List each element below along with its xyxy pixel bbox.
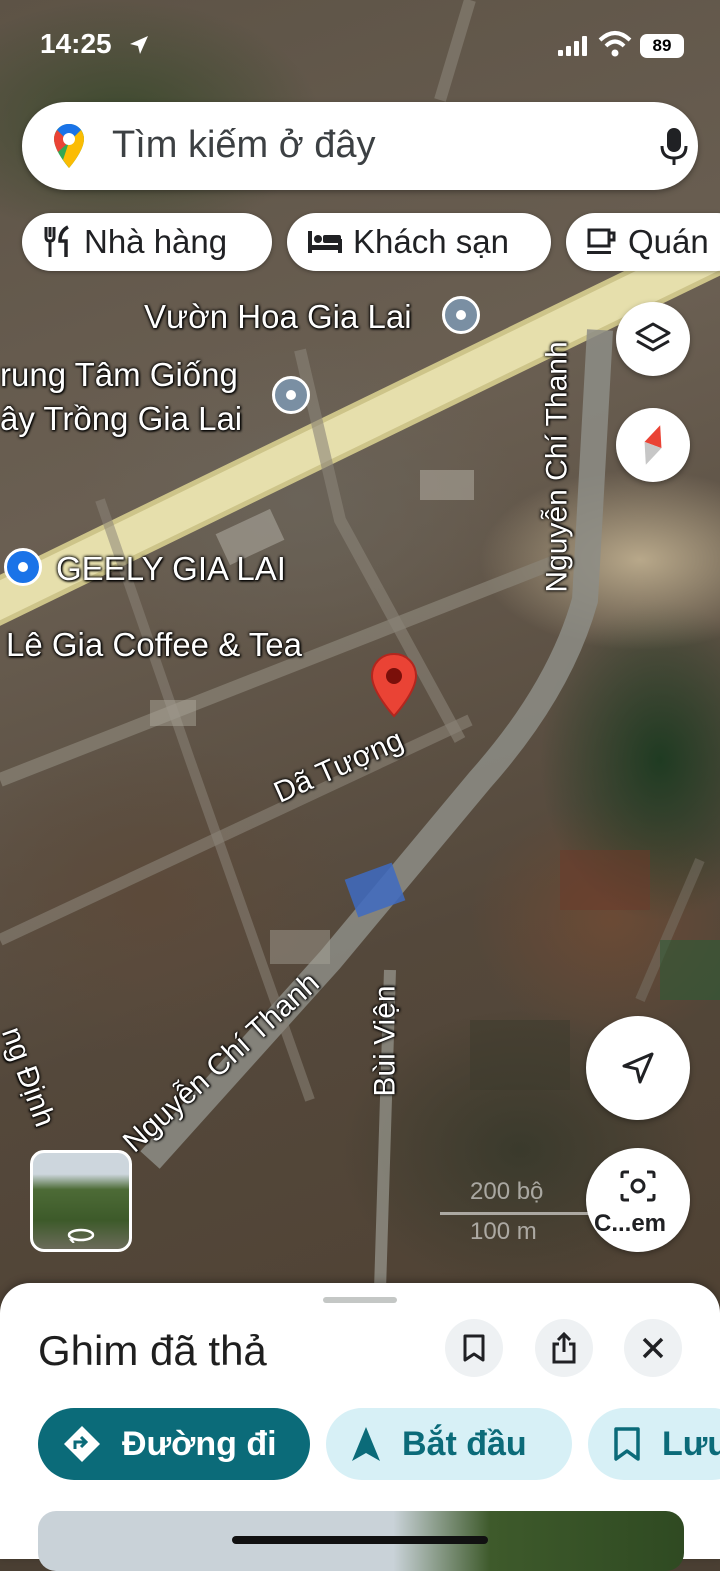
poi-marker-trung-tam[interactable]: [272, 376, 310, 414]
google-maps-logo-icon: [54, 124, 84, 168]
poi-label-le-gia[interactable]: Lê Gia Coffee & Tea: [6, 626, 302, 664]
location-arrow-icon: [130, 36, 148, 54]
poi-label-trung-tam-line2[interactable]: ây Trồng Gia Lai: [0, 400, 242, 438]
chip-label: Nhà hàng: [84, 223, 228, 260]
place-bottom-sheet[interactable]: Ghim đã thả Đường đi Bắt đầu Lưu: [0, 1283, 720, 1571]
hotel-icon: [307, 229, 343, 255]
start-button[interactable]: Bắt đầu: [326, 1408, 572, 1480]
scale-meters: 100 m: [470, 1218, 537, 1245]
bookmark-icon: [463, 1334, 485, 1362]
street-label-nguyen-chi-thanh-top: Nguyễn Chí Thanh: [540, 341, 574, 593]
sheet-drag-handle[interactable]: [323, 1297, 397, 1303]
layers-icon: [635, 322, 671, 352]
poi-label-trung-tam-line1[interactable]: rung Tâm Giống: [0, 356, 238, 394]
share-icon: [552, 1332, 576, 1364]
status-time: 14:25: [40, 28, 112, 59]
close-icon: [642, 1337, 664, 1359]
street-view-thumbnail[interactable]: [30, 1150, 132, 1252]
navigation-arrow-icon: [622, 1052, 654, 1084]
bookmark-icon: [612, 1426, 642, 1462]
share-button[interactable]: [535, 1319, 593, 1377]
compass-button[interactable]: [616, 408, 690, 482]
chip-label: Khách sạn: [353, 223, 509, 260]
restaurant-icon: [42, 225, 74, 259]
directions-icon: [62, 1424, 102, 1464]
save-bookmark-button[interactable]: [445, 1319, 503, 1377]
start-label: Bắt đầu: [402, 1424, 527, 1463]
street-view-360-icon: [67, 1228, 95, 1243]
chip-label: Quán: [628, 223, 709, 260]
status-bar: 14:25 89: [0, 0, 720, 90]
save-label: Lưu: [662, 1424, 720, 1463]
place-title: Ghim đã thả: [38, 1327, 267, 1374]
compass-icon: [644, 425, 662, 465]
battery-indicator: 89: [640, 34, 684, 58]
camera-icon: [620, 1170, 656, 1202]
save-button[interactable]: Lưu: [588, 1408, 720, 1480]
microphone-icon[interactable]: [658, 126, 690, 168]
home-indicator[interactable]: [232, 1536, 488, 1544]
poi-marker-vuon-hoa[interactable]: [442, 296, 480, 334]
search-input[interactable]: Tìm kiếm ở đây: [112, 124, 376, 167]
shopping-bag-icon[interactable]: [4, 548, 42, 586]
directions-button[interactable]: Đường đi: [38, 1408, 310, 1480]
street-label-bui-vien: Bùi Viện: [368, 985, 402, 1097]
chip-hotels[interactable]: Khách sạn: [287, 213, 551, 271]
lens-label: C...em: [594, 1210, 667, 1237]
chip-restaurants[interactable]: Nhà hàng: [22, 213, 272, 271]
navigation-start-icon: [350, 1425, 382, 1463]
poi-label-vuon-hoa[interactable]: Vườn Hoa Gia Lai: [144, 298, 412, 336]
scale-bar: [440, 1212, 590, 1215]
layers-button[interactable]: [616, 302, 690, 376]
dropped-pin-icon[interactable]: [369, 652, 419, 720]
directions-label: Đường đi: [122, 1424, 277, 1463]
close-button[interactable]: [624, 1319, 682, 1377]
scale-feet: 200 bộ: [470, 1178, 544, 1205]
search-bar[interactable]: Tìm kiếm ở đây: [22, 102, 698, 190]
poi-label-geely[interactable]: GEELY GIA LAI: [56, 550, 286, 588]
chip-cafes[interactable]: Quán: [566, 213, 720, 271]
my-location-button[interactable]: [586, 1016, 690, 1120]
cafe-icon: [586, 227, 618, 257]
wifi-icon: [598, 31, 632, 57]
cellular-signal-icon: [558, 36, 587, 56]
